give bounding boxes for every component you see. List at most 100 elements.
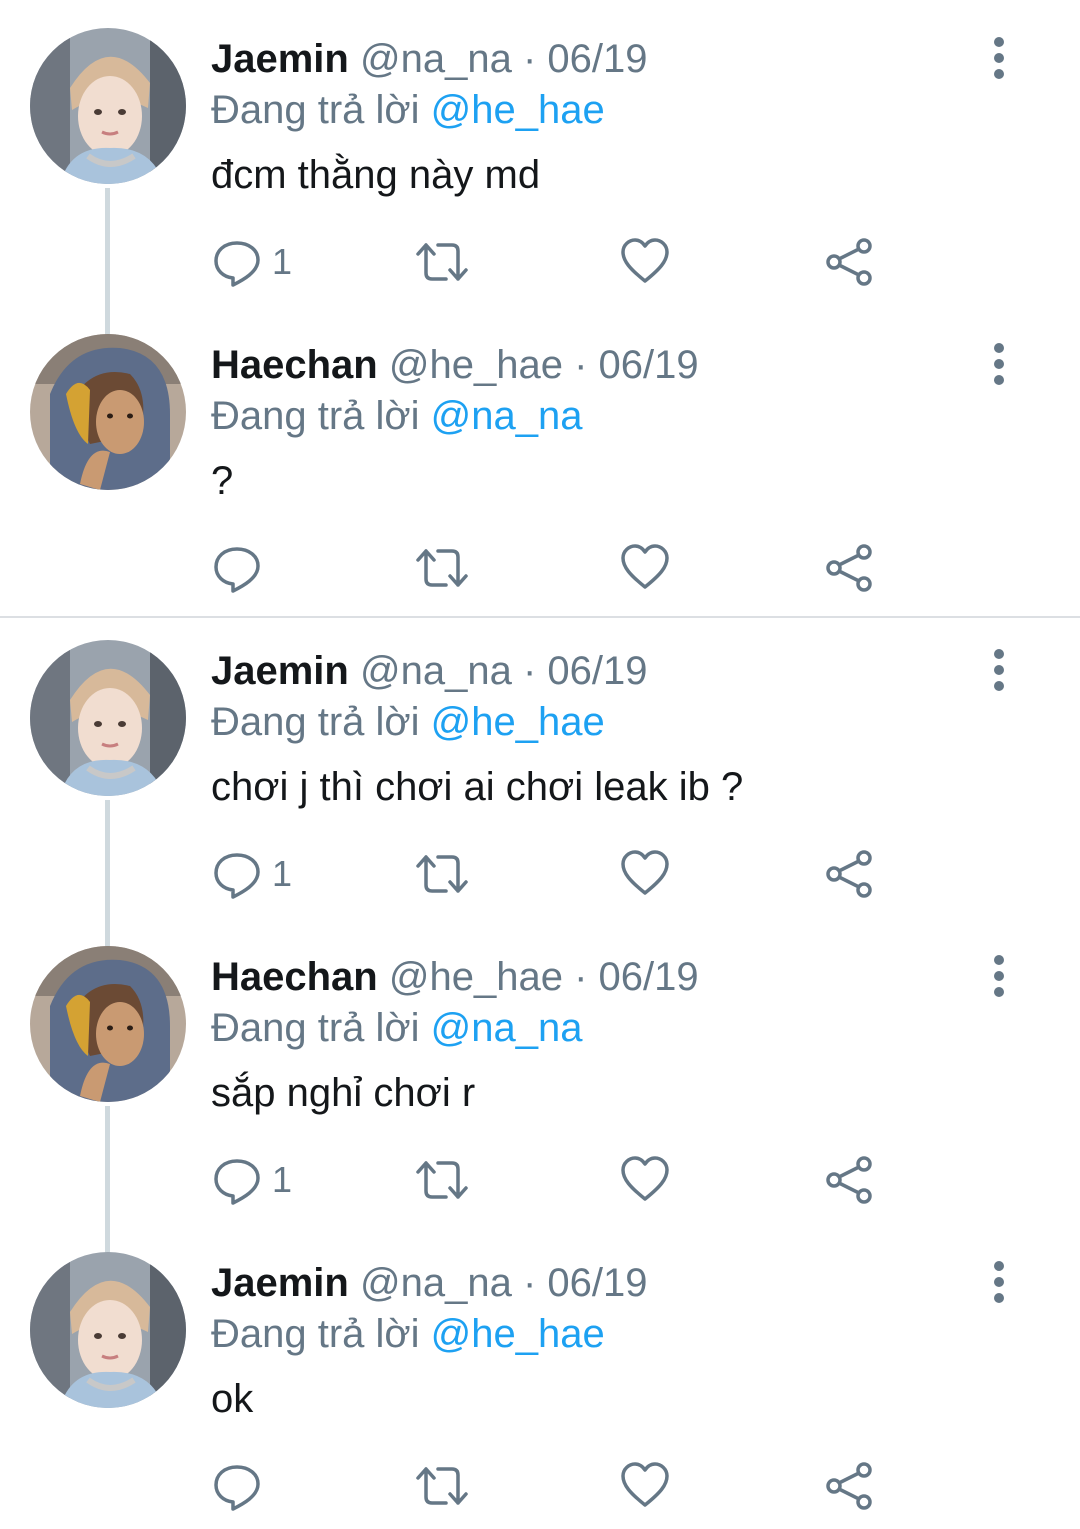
more-icon	[994, 343, 1004, 385]
replying-to-label: Đang trả lời	[211, 1006, 420, 1050]
display-name[interactable]: Jaemin	[211, 649, 349, 693]
replying-to-handle[interactable]: @na_na	[431, 394, 583, 438]
tweet-text: sắp nghỉ chơi r	[211, 1071, 476, 1115]
user-handle[interactable]: @na_na	[360, 1261, 512, 1305]
like-icon	[621, 1462, 669, 1507]
share-button[interactable]	[824, 538, 874, 598]
reply-button[interactable]	[212, 538, 272, 598]
tweet-actions: 1	[0, 1150, 1080, 1210]
tweet-text: ?	[211, 459, 234, 503]
tweet-text: chơi j thì chơi ai chơi leak ib ?	[211, 765, 744, 809]
tweet[interactable]: Jaemin @na_na · 06/19 Đang trả lời @he_h…	[0, 612, 1080, 918]
reply-icon	[214, 1465, 260, 1511]
like-icon	[621, 850, 669, 895]
user-handle[interactable]: @he_hae	[389, 343, 563, 387]
retweet-button[interactable]	[414, 844, 470, 904]
tweet-header: Haechan @he_hae · 06/19	[211, 342, 699, 388]
more-icon	[994, 37, 1004, 79]
reply-button[interactable]	[212, 1456, 272, 1516]
like-button[interactable]	[620, 538, 670, 598]
tweet-date[interactable]: 06/19	[547, 37, 647, 81]
tweet-actions	[0, 1456, 1080, 1516]
display-name[interactable]: Jaemin	[211, 37, 349, 81]
retweet-icon	[416, 1161, 468, 1199]
display-name[interactable]: Haechan	[211, 343, 378, 387]
like-button[interactable]	[620, 232, 670, 292]
tweet-actions	[0, 538, 1080, 598]
display-name[interactable]: Haechan	[211, 955, 378, 999]
share-icon	[826, 850, 872, 898]
tweet-header: Jaemin @na_na · 06/19	[211, 1260, 648, 1306]
share-button[interactable]	[824, 232, 874, 292]
avatar[interactable]	[30, 1252, 186, 1408]
user-handle[interactable]: @he_hae	[389, 955, 563, 999]
retweet-button[interactable]	[414, 1150, 470, 1210]
avatar[interactable]	[30, 946, 186, 1102]
tweet[interactable]: Haechan @he_hae · 06/19 Đang trả lời @na…	[0, 918, 1080, 1224]
tweet-date[interactable]: 06/19	[547, 649, 647, 693]
tweet-date[interactable]: 06/19	[547, 1261, 647, 1305]
more-options-button[interactable]	[982, 648, 1016, 692]
tweet[interactable]: Haechan @he_hae · 06/19 Đang trả lời @na…	[0, 306, 1080, 612]
replying-to-label: Đang trả lời	[211, 88, 420, 132]
retweet-button[interactable]	[414, 232, 470, 292]
reply-count: 1	[272, 853, 293, 894]
avatar[interactable]	[30, 640, 186, 796]
more-options-button[interactable]	[982, 36, 1016, 80]
avatar[interactable]	[30, 334, 186, 490]
like-button[interactable]	[620, 1456, 670, 1516]
user-handle[interactable]: @na_na	[360, 37, 512, 81]
more-options-button[interactable]	[982, 342, 1016, 386]
replying-to: Đang trả lời @na_na	[211, 392, 583, 440]
tweet-header: Jaemin @na_na · 06/19	[211, 36, 648, 82]
replying-to-label: Đang trả lời	[211, 394, 420, 438]
jaemin-avatar	[30, 28, 186, 184]
separator: ·	[522, 1261, 537, 1305]
tweet-actions: 1	[0, 844, 1080, 904]
share-icon	[826, 544, 872, 592]
retweet-icon	[416, 243, 468, 281]
reply-button[interactable]: 1	[212, 1150, 292, 1210]
more-icon	[994, 1261, 1004, 1303]
retweet-icon	[416, 549, 468, 587]
replying-to: Đang trả lời @na_na	[211, 1004, 583, 1052]
tweet-actions: 1	[0, 232, 1080, 292]
reply-icon	[214, 547, 260, 593]
tweet-date[interactable]: 06/19	[599, 343, 699, 387]
reply-button[interactable]: 1	[212, 232, 292, 292]
jaemin-avatar	[30, 640, 186, 796]
reply-button[interactable]: 1	[212, 844, 292, 904]
share-button[interactable]	[824, 1150, 874, 1210]
share-button[interactable]	[824, 1456, 874, 1516]
retweet-button[interactable]	[414, 1456, 470, 1516]
more-icon	[994, 649, 1004, 691]
replying-to-handle[interactable]: @na_na	[431, 1006, 583, 1050]
like-icon	[621, 1156, 669, 1201]
user-handle[interactable]: @na_na	[360, 649, 512, 693]
like-button[interactable]	[620, 844, 670, 904]
haechan-avatar	[30, 334, 186, 490]
like-button[interactable]	[620, 1150, 670, 1210]
tweet[interactable]: Jaemin @na_na · 06/19 Đang trả lời @he_h…	[0, 1224, 1080, 1529]
retweet-button[interactable]	[414, 538, 470, 598]
replying-to-handle[interactable]: @he_hae	[431, 88, 605, 132]
replying-to-handle[interactable]: @he_hae	[431, 1312, 605, 1356]
replying-to-label: Đang trả lời	[211, 700, 420, 744]
more-options-button[interactable]	[982, 954, 1016, 998]
replying-to-handle[interactable]: @he_hae	[431, 700, 605, 744]
tweet-date[interactable]: 06/19	[599, 955, 699, 999]
replying-to: Đang trả lời @he_hae	[211, 698, 605, 746]
reply-thread: Jaemin @na_na · 06/19 Đang trả lời @he_h…	[0, 0, 1080, 1529]
reply-count: 1	[272, 241, 293, 282]
retweet-icon	[416, 855, 468, 893]
more-options-button[interactable]	[982, 1260, 1016, 1304]
display-name[interactable]: Jaemin	[211, 1261, 349, 1305]
reply-icon	[214, 853, 260, 899]
share-button[interactable]	[824, 844, 874, 904]
tweet[interactable]: Jaemin @na_na · 06/19 Đang trả lời @he_h…	[0, 0, 1080, 306]
share-icon	[826, 238, 872, 286]
separator: ·	[574, 343, 588, 387]
avatar[interactable]	[30, 28, 186, 184]
like-icon	[621, 544, 669, 589]
replying-to: Đang trả lời @he_hae	[211, 1310, 605, 1358]
